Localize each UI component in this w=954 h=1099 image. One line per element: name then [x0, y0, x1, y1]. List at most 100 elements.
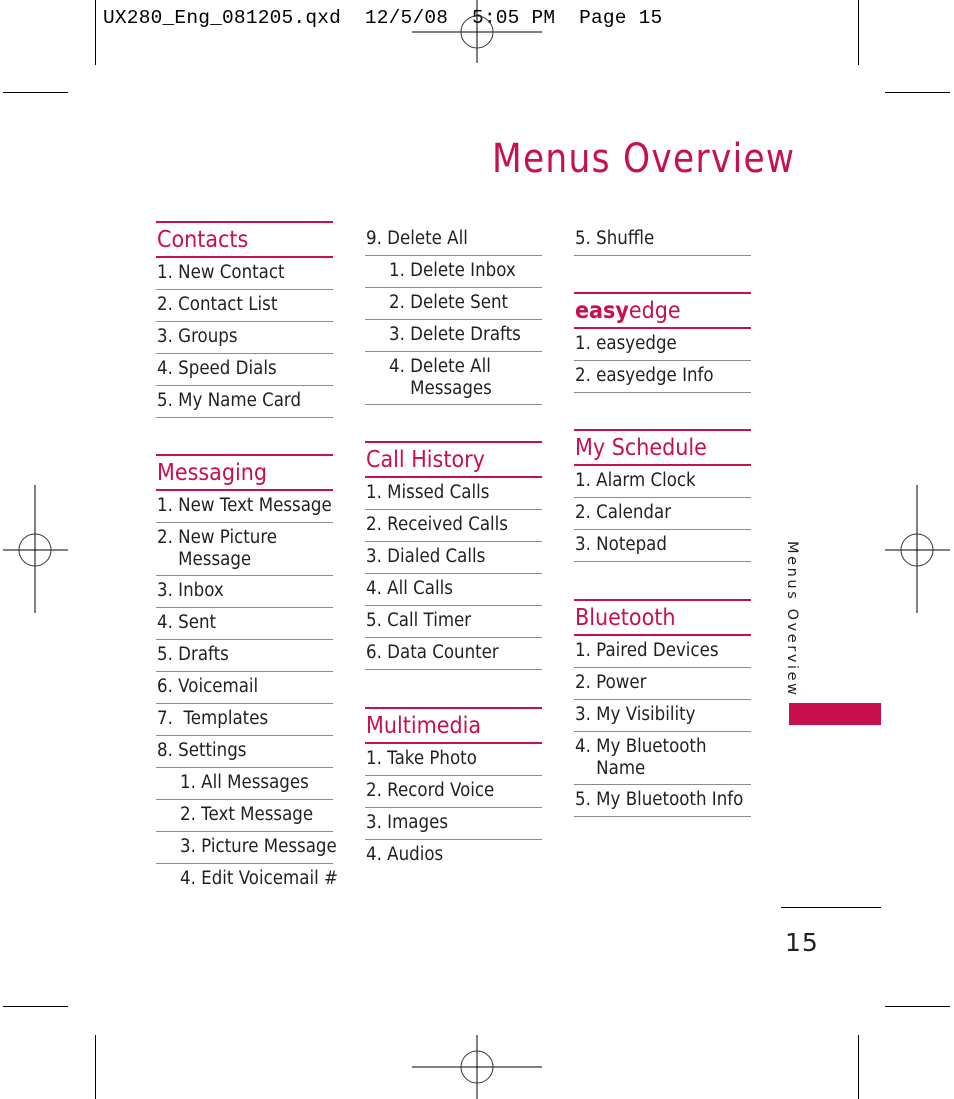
- section-heading: Call History: [365, 441, 542, 478]
- menu-item: 4. Audios: [365, 840, 542, 871]
- menu-item-text: 8. Settings: [157, 740, 247, 761]
- menu-item-text: 2. Text Message: [180, 804, 314, 825]
- menu-item-text: 4. Edit Voicemail #: [180, 868, 338, 889]
- menu-item-text: 2. easyedge Info: [575, 365, 714, 386]
- menu-item-text: 2. Received Calls: [366, 514, 508, 535]
- section-heading: Bluetooth: [574, 599, 751, 636]
- menu-item: 2. New Picture Message: [156, 523, 333, 576]
- menu-item: 5. Drafts: [156, 640, 333, 672]
- section-heading-text: Multimedia: [366, 713, 482, 739]
- menu-item: 1. easyedge: [574, 329, 751, 361]
- menu-item-text: 4. My Bluetooth Name: [575, 736, 707, 779]
- menu-item: 6. Data Counter: [365, 638, 542, 670]
- menu-item: 5. My Name Card: [156, 386, 333, 418]
- menu-item: 1. Missed Calls: [365, 478, 542, 510]
- menu-item-text: 1. Missed Calls: [366, 482, 490, 503]
- menu-item-text: 2. Contact List: [157, 294, 278, 315]
- menu-column-2: 9. Delete All 1. Delete Inbox 2. Delete …: [365, 224, 542, 871]
- menu-item-text: 1. Alarm Clock: [575, 470, 696, 491]
- menu-item: 5. Call Timer: [365, 606, 542, 638]
- menu-item: 1. New Text Message: [156, 491, 333, 523]
- menu-item-text: 9. Delete All: [366, 228, 468, 249]
- section-heading-text: Bluetooth: [575, 605, 676, 631]
- section-heading-text: Contacts: [157, 227, 249, 253]
- registration-mark-left-icon: [3, 485, 68, 613]
- side-tab-label: Menus Overview: [784, 541, 800, 698]
- print-slug: UX280_Eng_081205.qxd 12/5/08 5:05 PM Pag…: [103, 7, 663, 29]
- menu-item: 2. Contact List: [156, 290, 333, 322]
- crop-mark: [858, 1035, 859, 1099]
- menu-item-text: 3. Delete Drafts: [389, 324, 521, 345]
- menu-item-text: 1. Delete Inbox: [389, 260, 516, 281]
- registration-mark-bottom-icon: [412, 1035, 542, 1099]
- menu-item-text: 1. easyedge: [575, 333, 677, 354]
- menu-item: 5. My Bluetooth Info: [574, 785, 751, 817]
- menu-item: 6. Voicemail: [156, 672, 333, 704]
- menu-item-text: 5. Call Timer: [366, 610, 472, 631]
- page-title: Menus Overview: [492, 136, 796, 182]
- menu-item-text: 3. Picture Message: [180, 836, 337, 857]
- section-heading-text: Call History: [366, 447, 485, 473]
- menu-item-text: 7. Templates: [157, 708, 269, 729]
- menu-subitem: 1. Delete Inbox: [365, 256, 542, 288]
- menu-item-text: 4. Audios: [366, 844, 444, 865]
- menu-subitem: 2. Text Message: [156, 800, 333, 832]
- menu-item-text: 5. My Name Card: [157, 390, 302, 411]
- section-heading: easyedge: [574, 292, 751, 329]
- menu-item: 2. easyedge Info: [574, 361, 751, 393]
- menu-continued-shuffle: 5. Shuffle: [574, 224, 751, 256]
- menu-section-my-schedule: My Schedule 1. Alarm Clock 2. Calendar 3…: [574, 429, 751, 562]
- menu-item-text: 3. My Visibility: [575, 704, 696, 725]
- menu-item: 4. Sent: [156, 608, 333, 640]
- menu-item: 1. Paired Devices: [574, 636, 751, 668]
- menu-item-text: 1. Take Photo: [366, 748, 477, 769]
- menu-subitem: 1. All Messages: [156, 768, 333, 800]
- menu-item-text: 2. Power: [575, 672, 647, 693]
- menu-item-text: 1. Paired Devices: [575, 640, 719, 661]
- section-heading: My Schedule: [574, 429, 751, 466]
- registration-mark-top-icon: [412, 0, 542, 63]
- menu-item: 2. Received Calls: [365, 510, 542, 542]
- menu-item-text: 3. Dialed Calls: [366, 546, 486, 567]
- menu-section-contacts: Contacts 1. New Contact 2. Contact List …: [156, 221, 333, 418]
- crop-mark: [95, 0, 96, 65]
- menu-item-text: 1. New Contact: [157, 262, 285, 283]
- crop-mark: [3, 1006, 68, 1007]
- section-heading-text: easyedge: [575, 294, 681, 328]
- menu-item: 4. Speed Dials: [156, 354, 333, 386]
- menu-item: 3. My Visibility: [574, 700, 751, 732]
- menu-item: 5. Shuffle: [574, 224, 751, 256]
- menu-item-text: 5. My Bluetooth Info: [575, 789, 744, 810]
- section-heading: Contacts: [156, 221, 333, 258]
- page-number: 15: [785, 928, 819, 957]
- menu-item: 3. Dialed Calls: [365, 542, 542, 574]
- menu-item-text: 3. Inbox: [157, 580, 224, 601]
- menu-item: 3. Notepad: [574, 530, 751, 562]
- crop-mark: [95, 1035, 96, 1099]
- menu-item: 3. Images: [365, 808, 542, 840]
- menu-item: 2. Record Voice: [365, 776, 542, 808]
- side-tab-marker: [789, 703, 881, 725]
- menu-column-1: Contacts 1. New Contact 2. Contact List …: [156, 221, 338, 895]
- crop-mark: [858, 0, 859, 65]
- menu-item-text: 4. Delete All Messages: [389, 356, 492, 399]
- crop-mark: [885, 92, 950, 93]
- menu-continued-delete-all: 9. Delete All 1. Delete Inbox 2. Delete …: [365, 224, 542, 405]
- section-heading: Messaging: [156, 454, 333, 491]
- menu-item-text: 3. Groups: [157, 326, 238, 347]
- menu-item: 1. New Contact: [156, 258, 333, 290]
- menu-item: 3. Inbox: [156, 576, 333, 608]
- menu-section-multimedia: Multimedia 1. Take Photo 2. Record Voice…: [365, 707, 542, 871]
- menu-item: 2. Power: [574, 668, 751, 700]
- menu-item: 8. Settings: [156, 736, 333, 768]
- menu-section-messaging: Messaging 1. New Text Message 2. New Pic…: [156, 454, 338, 895]
- menu-item-text: 2. New Picture Message: [157, 527, 278, 570]
- crop-mark: [885, 1006, 950, 1007]
- menu-subitem: 3. Delete Drafts: [365, 320, 542, 352]
- brand-edge: edge: [628, 298, 681, 324]
- menu-subitem: 4. Edit Voicemail #: [156, 864, 338, 895]
- menu-item: 7. Templates: [156, 704, 333, 736]
- menu-section-bluetooth: Bluetooth 1. Paired Devices 2. Power 3. …: [574, 599, 751, 817]
- menu-item-text: 1. New Text Message: [157, 495, 332, 516]
- page-number-rule: [781, 907, 881, 908]
